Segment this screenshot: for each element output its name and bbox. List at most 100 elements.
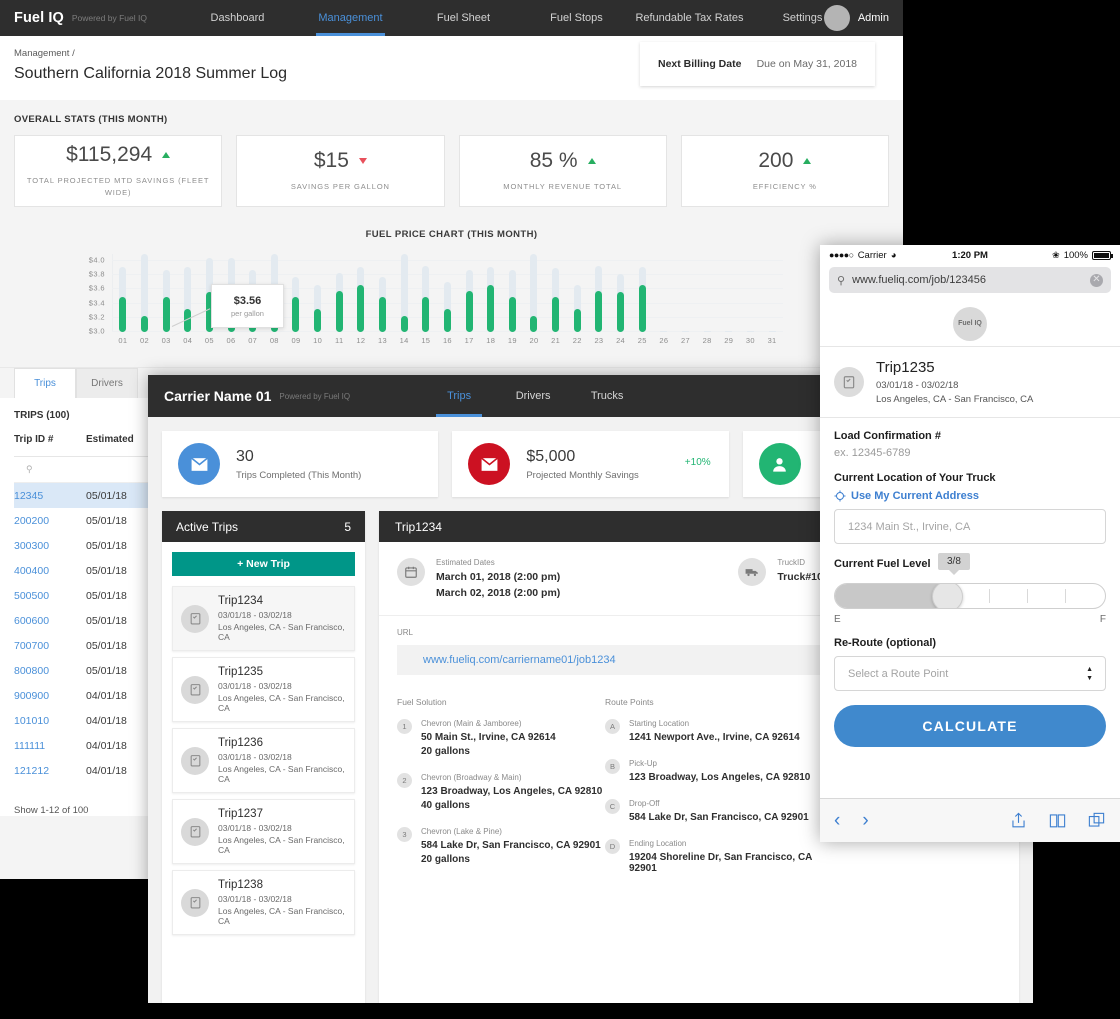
- chart-bar-column[interactable]: [350, 254, 372, 332]
- chart-x-tick-label: 18: [480, 336, 502, 345]
- list-item[interactable]: Trip123703/01/18 - 03/02/18Los Angeles, …: [172, 799, 355, 864]
- chart-bar-value: [336, 291, 343, 332]
- chart-y-tick-label: $3.4: [89, 298, 105, 307]
- chart-bar-column[interactable]: [328, 254, 350, 332]
- user-name-label: Admin: [858, 12, 889, 24]
- carrier-tab-trips[interactable]: Trips: [422, 375, 496, 417]
- chart-bar-column[interactable]: [740, 254, 762, 332]
- mobile-trip-dates: 03/01/18 - 03/02/18: [876, 380, 1033, 391]
- chart-bar-column[interactable]: [675, 254, 697, 332]
- item-subtitle: Drop-Off: [629, 799, 809, 808]
- chart-bar-column[interactable]: [155, 254, 177, 332]
- trip-id-cell[interactable]: 300300: [14, 540, 86, 552]
- column-header-trip-id[interactable]: Trip ID #: [14, 434, 86, 445]
- stat-label: MONTHLY REVENUE TOTAL: [503, 181, 622, 192]
- fuel-solution-item: 2Chevron (Broadway & Main)123 Broadway, …: [397, 773, 605, 811]
- chart-bar-column[interactable]: [134, 254, 156, 332]
- mobile-trip-summary: Trip1235 03/01/18 - 03/02/18 Los Angeles…: [820, 347, 1120, 418]
- load-confirmation-input[interactable]: ex. 12345-6789: [834, 447, 1106, 459]
- mobile-url-bar[interactable]: ⚲ www.fueliq.com/job/123456 ✕: [829, 267, 1111, 293]
- tab-trips[interactable]: Trips: [14, 368, 76, 398]
- trip-id-cell[interactable]: 600600: [14, 615, 86, 627]
- trip-id-cell[interactable]: 800800: [14, 665, 86, 677]
- new-trip-button[interactable]: + New Trip: [172, 552, 355, 576]
- carrier-name-label: Carrier: [858, 250, 887, 261]
- list-item[interactable]: Trip123603/01/18 - 03/02/18Los Angeles, …: [172, 728, 355, 793]
- fuel-level-row: Current Fuel Level 3/8 E F: [834, 558, 1106, 625]
- trip-id-cell[interactable]: 900900: [14, 690, 86, 702]
- nav-item-management[interactable]: Management: [294, 0, 407, 36]
- trip-id-cell[interactable]: 400400: [14, 565, 86, 577]
- chart-bar-column[interactable]: [437, 254, 459, 332]
- trip-id-cell[interactable]: 111111: [14, 740, 86, 752]
- chart-bar-column[interactable]: [718, 254, 740, 332]
- forward-icon[interactable]: ›: [862, 810, 868, 832]
- chart-bar-column[interactable]: [545, 254, 567, 332]
- chart-bar-column[interactable]: [588, 254, 610, 332]
- chart-x-tick-label: 01: [112, 336, 134, 345]
- trend-up-icon: [803, 158, 811, 164]
- chart-y-tick-label: $3.6: [89, 284, 105, 293]
- share-icon[interactable]: [1009, 811, 1028, 830]
- list-item[interactable]: Trip123503/01/18 - 03/02/18Los Angeles, …: [172, 657, 355, 722]
- bookmarks-icon[interactable]: [1048, 811, 1067, 830]
- chart-bar-value: [639, 285, 646, 333]
- chart-bar-column[interactable]: [307, 254, 329, 332]
- chart-bar-column[interactable]: [285, 254, 307, 332]
- chart-bar-column[interactable]: [696, 254, 718, 332]
- list-item[interactable]: Trip123803/01/18 - 03/02/18Los Angeles, …: [172, 870, 355, 935]
- stat-value: $15: [314, 150, 349, 171]
- chart-bar-column[interactable]: [610, 254, 632, 332]
- reroute-select[interactable]: Select a Route Point ▲▼: [834, 656, 1106, 691]
- mobile-logo-row: Fuel IQ: [820, 301, 1120, 347]
- trip-id-cell[interactable]: 12345: [14, 490, 86, 502]
- truck-address-input[interactable]: 1234 Main St., Irvine, CA: [834, 509, 1106, 544]
- mobile-trip-name: Trip1235: [876, 359, 1033, 376]
- back-icon[interactable]: ‹: [834, 810, 840, 832]
- close-icon[interactable]: ✕: [1090, 274, 1103, 287]
- list-item[interactable]: Trip123403/01/18 - 03/02/18Los Angeles, …: [172, 586, 355, 651]
- chart-bar-column[interactable]: [523, 254, 545, 332]
- carrier-tab-drivers[interactable]: Drivers: [496, 375, 570, 417]
- trip-id-cell[interactable]: 121212: [14, 765, 86, 777]
- use-my-current-address-button[interactable]: Use My Current Address: [834, 490, 1106, 502]
- fuel-level-slider-handle[interactable]: [932, 583, 963, 609]
- chart-bar-column[interactable]: [761, 254, 783, 332]
- nav-item-fuel-sheet[interactable]: Fuel Sheet: [407, 0, 520, 36]
- chart-bar-column[interactable]: [458, 254, 480, 332]
- calculate-button[interactable]: CALCULATE: [834, 705, 1106, 747]
- user-menu[interactable]: Admin: [824, 5, 893, 31]
- chart-bar-column[interactable]: [631, 254, 653, 332]
- reroute-selected-value: Select a Route Point: [848, 668, 948, 680]
- fuel-level-slider[interactable]: [834, 583, 1106, 609]
- item-extra: 40 gallons: [421, 800, 602, 811]
- nav-item-fuel-stops[interactable]: Fuel Stops: [520, 0, 633, 36]
- chart-bar-column[interactable]: [480, 254, 502, 332]
- chart-bar-column[interactable]: [177, 254, 199, 332]
- chart-bar-column[interactable]: [653, 254, 675, 332]
- chart-bar-value: [617, 292, 624, 332]
- nav-item-dashboard[interactable]: Dashboard: [181, 0, 294, 36]
- breadcrumb[interactable]: Management /: [14, 48, 75, 59]
- trip-name: Trip1234: [218, 595, 346, 607]
- nav-item-refundable-tax-rates[interactable]: Refundable Tax Rates: [633, 0, 746, 36]
- item-badge: 2: [397, 773, 412, 788]
- carrier-tab-trucks[interactable]: Trucks: [570, 375, 644, 417]
- tabs-icon[interactable]: [1087, 811, 1106, 830]
- chart-bar-column[interactable]: [372, 254, 394, 332]
- next-billing-date-card: Next Billing Date Due on May 31, 2018: [640, 42, 875, 86]
- chart-bar-column[interactable]: [112, 254, 134, 332]
- trip-id-cell[interactable]: 500500: [14, 590, 86, 602]
- route-point-item: CDrop-Off584 Lake Dr, San Francisco, CA …: [605, 799, 813, 823]
- chart-bar-column[interactable]: [502, 254, 524, 332]
- chart-bar-column[interactable]: [566, 254, 588, 332]
- trip-id-cell[interactable]: 700700: [14, 640, 86, 652]
- trip-id-cell[interactable]: 101010: [14, 715, 86, 727]
- chart-bar-column[interactable]: [393, 254, 415, 332]
- chart-bar-column[interactable]: [415, 254, 437, 332]
- chart-x-tick-label: 19: [502, 336, 524, 345]
- tab-drivers[interactable]: Drivers: [76, 368, 138, 398]
- clipboard-icon: [834, 367, 864, 397]
- trip-url-link[interactable]: www.fueliq.com/carriername01/job1234: [423, 654, 616, 666]
- trip-id-cell[interactable]: 200200: [14, 515, 86, 527]
